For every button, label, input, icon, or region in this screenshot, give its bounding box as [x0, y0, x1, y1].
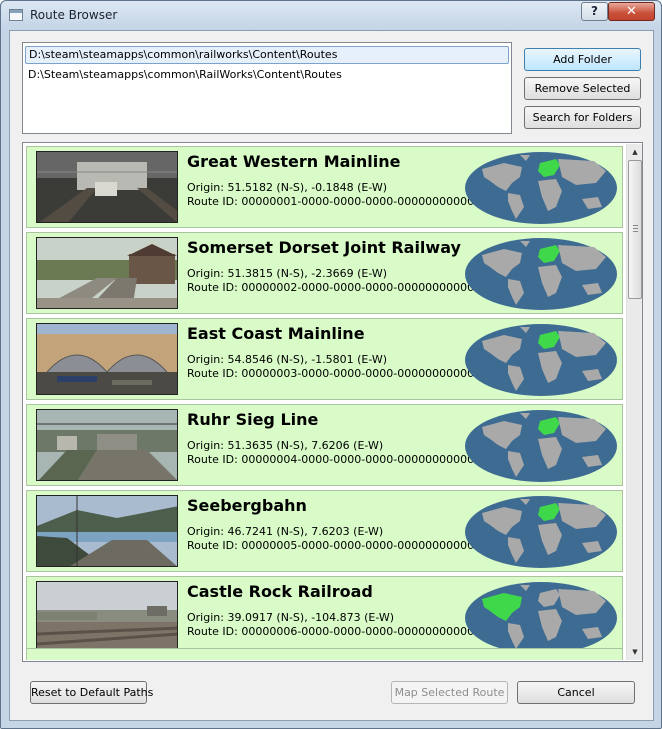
route-name: Castle Rock Railroad [187, 582, 373, 601]
route-thumbnail [36, 323, 178, 395]
remove-selected-button[interactable]: Remove Selected [524, 77, 641, 100]
partial-route-card [26, 648, 623, 660]
route-id: Route ID: 00000003-0000-0000-0000-000000… [187, 367, 482, 380]
route-name: East Coast Mainline [187, 324, 365, 343]
world-map-icon [464, 409, 618, 483]
route-origin: Origin: 39.0917 (N-S), -104.873 (E-W) [187, 611, 395, 624]
search-for-folders-button[interactable]: Search for Folders [524, 106, 641, 129]
route-thumbnail [36, 495, 178, 567]
route-name: Great Western Mainline [187, 152, 401, 171]
dialog-body: D:\steam\steamapps\common\railworks\Cont… [9, 30, 654, 721]
route-origin: Origin: 51.3815 (N-S), -2.3669 (E-W) [187, 267, 388, 280]
grip-icon [633, 225, 638, 232]
route-id: Route ID: 00000001-0000-0000-0000-000000… [187, 195, 482, 208]
route-card[interactable]: Seebergbahn Origin: 46.7241 (N-S), 7.6203… [26, 490, 623, 572]
route-thumbnail [36, 409, 178, 481]
route-card[interactable]: Castle Rock Railroad Origin: 39.0917 (N-S… [26, 576, 623, 658]
help-button[interactable]: ? [581, 2, 608, 21]
world-map-icon [464, 581, 618, 655]
route-id: Route ID: 00000004-0000-0000-0000-000000… [187, 453, 482, 466]
route-name: Ruhr Sieg Line [187, 410, 319, 429]
route-thumbnail [36, 581, 178, 653]
folder-path-list[interactable]: D:\steam\steamapps\common\railworks\Cont… [22, 42, 512, 134]
route-origin: Origin: 46.7241 (N-S), 7.6203 (E-W) [187, 525, 384, 538]
add-folder-button[interactable]: Add Folder [524, 48, 641, 71]
title-bar[interactable]: Route Browser ? ✕ [1, 1, 661, 30]
cancel-button[interactable]: Cancel [517, 681, 635, 704]
vertical-scrollbar[interactable]: ▲ ▼ [626, 144, 642, 660]
world-map-icon [464, 323, 618, 397]
route-id: Route ID: 00000005-0000-0000-0000-000000… [187, 539, 482, 552]
scroll-up-arrow-icon[interactable]: ▲ [627, 144, 642, 160]
reset-to-default-paths-button[interactable]: Reset to Default Paths [30, 681, 153, 704]
world-map-icon [464, 495, 618, 569]
path-item[interactable]: D:\Steam\steamapps\common\RailWorks\Cont… [25, 67, 509, 85]
scroll-thumb[interactable] [628, 160, 642, 299]
world-map-icon [464, 151, 618, 225]
close-button[interactable]: ✕ [608, 2, 655, 21]
route-id: Route ID: 00000006-0000-0000-0000-000000… [187, 625, 482, 638]
map-selected-route-button[interactable]: Map Selected Route [391, 681, 508, 704]
window-icon [9, 9, 23, 21]
route-name: Somerset Dorset Joint Railway [187, 238, 461, 257]
world-map-icon [464, 237, 618, 311]
route-origin: Origin: 51.5182 (N-S), -0.1848 (E-W) [187, 181, 388, 194]
scroll-down-arrow-icon[interactable]: ▼ [627, 644, 642, 660]
route-origin: Origin: 51.3635 (N-S), 7.6206 (E-W) [187, 439, 384, 452]
route-card[interactable]: Great Western Mainline Origin: 51.5182 (N… [26, 146, 623, 228]
route-list[interactable]: Great Western Mainline Origin: 51.5182 (N… [22, 142, 643, 662]
route-card[interactable]: East Coast Mainline Origin: 54.8546 (N-S)… [26, 318, 623, 400]
route-browser-window: Route Browser ? ✕ D:\steam\steamapps\com… [0, 0, 662, 729]
route-card[interactable]: Somerset Dorset Joint Railway Origin: 51.… [26, 232, 623, 314]
route-thumbnail [36, 151, 178, 223]
route-card[interactable]: Ruhr Sieg Line Origin: 51.3635 (N-S), 7.6… [26, 404, 623, 486]
route-origin: Origin: 54.8546 (N-S), -1.5801 (E-W) [187, 353, 388, 366]
route-name: Seebergbahn [187, 496, 307, 515]
route-id: Route ID: 00000002-0000-0000-0000-000000… [187, 281, 482, 294]
path-item[interactable]: D:\steam\steamapps\common\railworks\Cont… [25, 46, 509, 64]
window-title: Route Browser [30, 8, 118, 22]
route-thumbnail [36, 237, 178, 309]
